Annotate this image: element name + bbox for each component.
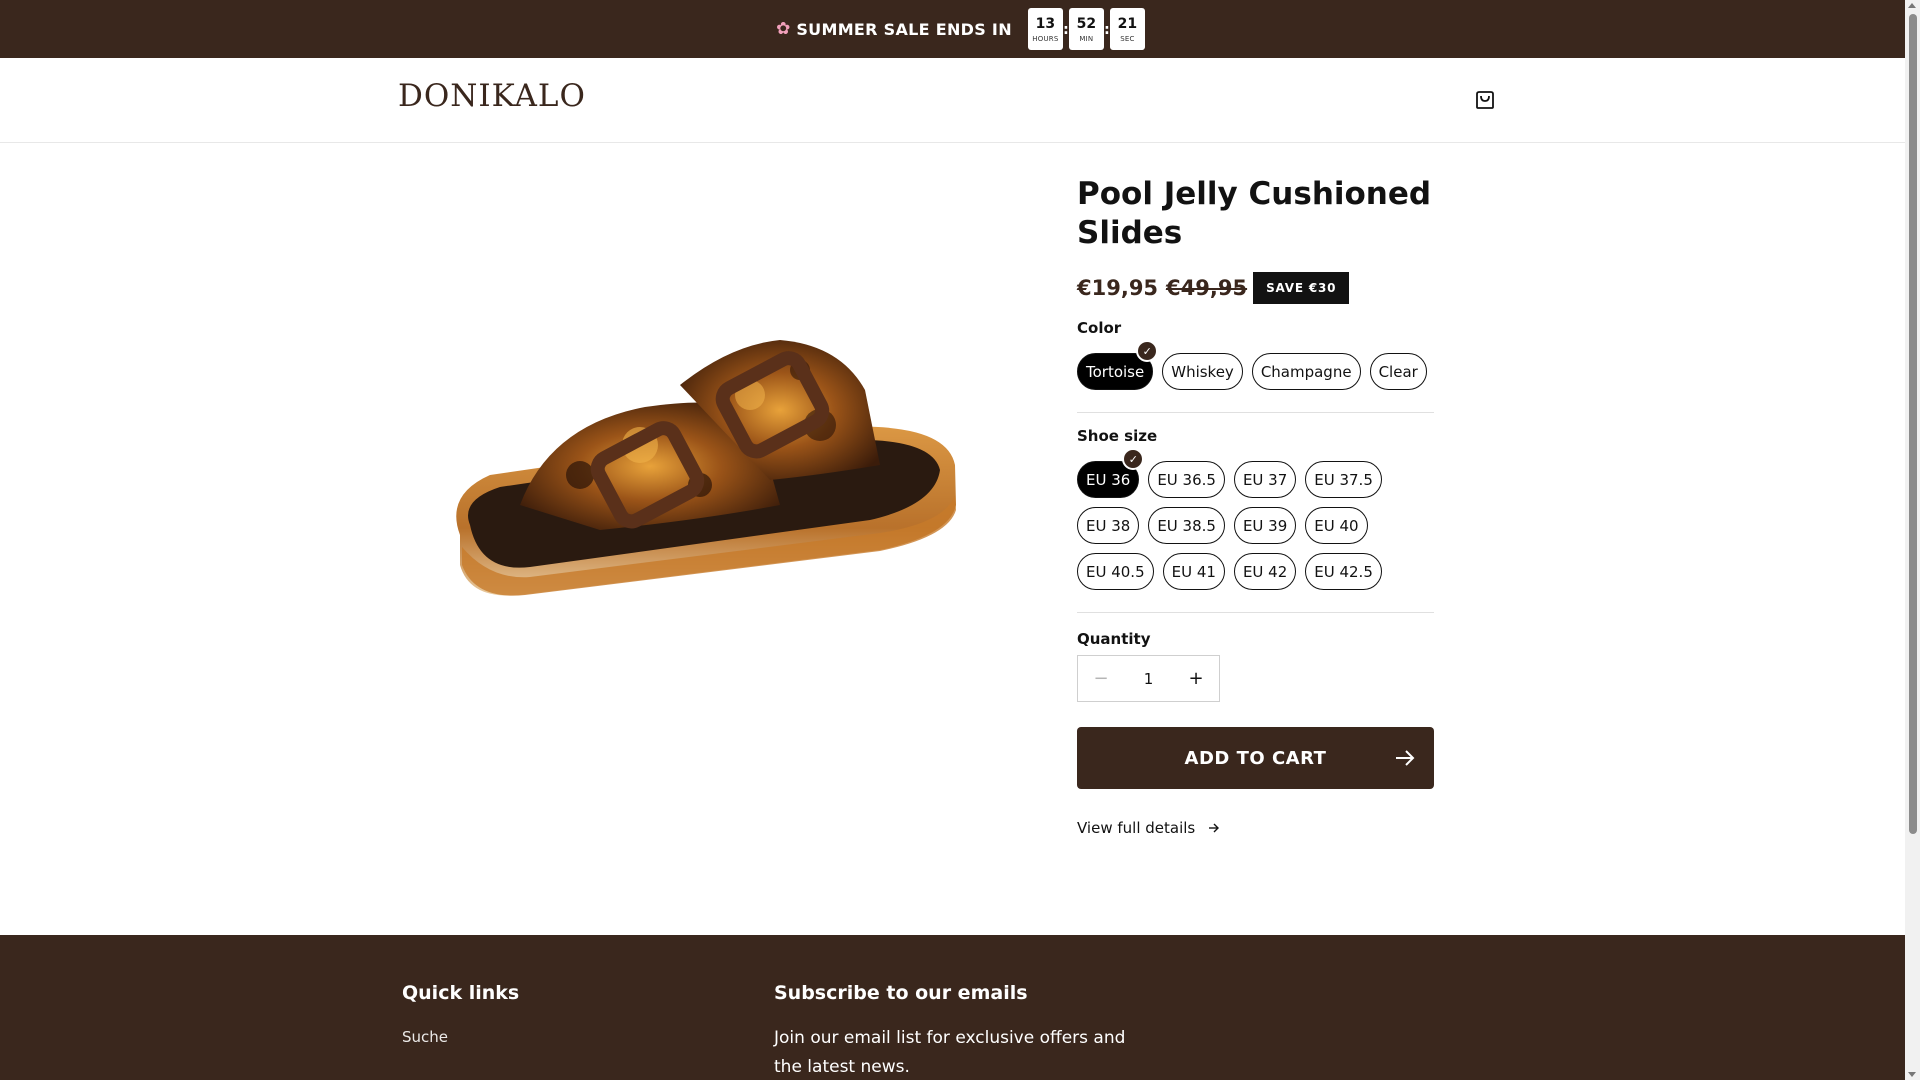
timer-minutes-label: MIN [1079,34,1094,43]
quantity-increase-button[interactable]: + [1173,656,1219,701]
size-option-eu-38[interactable]: EU 38 [1077,507,1140,544]
size-option-label: EU 38 [1086,516,1131,535]
size-option-eu-37[interactable]: EU 37 [1233,461,1297,498]
scroll-up-icon[interactable] [1908,3,1916,8]
size-option-eu-42-5[interactable]: EU 42.5 [1305,553,1382,590]
subscribe-text: Join our email list for exclusive offers… [774,1028,1126,1077]
size-option-label: EU 36 [1086,470,1131,489]
sale-price: €19,95 [1077,276,1159,300]
size-option-eu-39[interactable]: EU 39 [1233,507,1297,544]
timer-minutes: 52 MIN [1068,8,1104,50]
size-option-label: EU 42.5 [1314,562,1373,581]
product-title: Pool Jelly Cushioned Slides [1077,176,1432,251]
site-footer: Quick links Suche Subscribe to our email… [0,935,1905,1080]
check-icon: ✓ [1122,448,1145,470]
size-option-label: EU 39 [1242,516,1288,535]
add-to-cart-button[interactable]: ADD TO CART [1077,727,1434,789]
size-label: Shoe size [1077,427,1158,445]
announcement-content: ✿ SUMMER SALE ENDS IN 13 HOURS : 52 MIN … [776,8,1145,50]
product-info: Pool Jelly Cushioned Slides €19,95 €49,9… [1077,175,1434,837]
logo[interactable]: DONIKALO [398,78,586,114]
size-option-eu-36-5[interactable]: EU 36.5 [1148,461,1225,498]
timer-seconds: 21 SEC [1109,8,1145,50]
size-option-label: EU 38.5 [1157,516,1216,535]
color-option-label: Whiskey [1171,362,1234,381]
divider [1077,612,1434,613]
color-option-champagne[interactable]: Champagne [1251,353,1361,390]
price-row: €19,95 €49,95 SAVE €30 [1077,272,1434,304]
regular-price: €49,95 [1166,276,1248,300]
announcement-text: SUMMER SALE ENDS IN [796,19,1012,39]
color-option-label: Clear [1378,362,1418,381]
footer-subscribe: Subscribe to our emails Join our email l… [774,982,1154,1080]
divider [1077,412,1434,413]
timer-separator: : [1104,22,1110,38]
quantity-stepper: − + [1077,655,1220,702]
subscribe-heading: Subscribe to our emails [774,982,1028,1004]
arrow-right-icon [1393,746,1417,774]
size-option-eu-38-5[interactable]: EU 38.5 [1148,507,1225,544]
footer-quick-links: Quick links Suche [402,982,519,1046]
size-option-eu-36[interactable]: EU 36 ✓ [1077,448,1145,498]
quick-links-heading: Quick links [402,982,520,1004]
color-option-whiskey[interactable]: Whiskey [1162,353,1243,390]
color-option-label: Tortoise [1086,362,1145,381]
timer-hours: 13 HOURS [1027,8,1063,50]
color-option-clear[interactable]: Clear [1369,353,1427,390]
view-full-details-label: View full details [1077,819,1196,837]
timer-hours-label: HOURS [1032,34,1059,43]
timer-seconds-value: 21 [1117,15,1138,32]
announcement-bar: ✿ SUMMER SALE ENDS IN 13 HOURS : 52 MIN … [0,0,1905,58]
timer-separator: : [1063,22,1069,38]
footer-link-suche[interactable]: Suche [402,1028,519,1046]
quantity-decrease-button[interactable]: − [1078,656,1124,701]
size-option-label: EU 40.5 [1086,562,1145,581]
site-header: DONIKALO [0,58,1905,143]
arrow-right-icon [1208,819,1220,837]
timer-minutes-value: 52 [1076,15,1097,32]
color-option-tortoise[interactable]: Tortoise ✓ [1077,340,1159,390]
size-option-label: EU 36.5 [1157,470,1216,489]
scrollbar[interactable] [1905,0,1920,1080]
size-options: EU 36 ✓ EU 36.5 EU 37 EU 37.5 EU 38 EU 3… [1077,448,1434,590]
size-option-eu-37-5[interactable]: EU 37.5 [1305,461,1382,498]
size-option-eu-40-5[interactable]: EU 40.5 [1077,553,1154,590]
color-option-label: Champagne [1260,362,1352,381]
color-label: Color [1077,319,1122,337]
shopping-bag-icon[interactable] [1470,84,1500,114]
size-option-label: EU 40 [1314,516,1359,535]
save-badge: SAVE €30 [1253,272,1350,304]
size-option-label: EU 37 [1242,470,1288,489]
quantity-input[interactable] [1126,669,1171,688]
product-image[interactable] [400,175,1010,695]
timer-seconds-label: SEC [1120,34,1135,43]
flower-icon: ✿ [776,19,791,39]
quantity-label: Quantity [1077,630,1151,648]
add-to-cart-label: ADD TO CART [1184,747,1327,769]
size-option-label: EU 37.5 [1314,470,1373,489]
color-options: Tortoise ✓ Whiskey Champagne Clear [1077,340,1434,390]
size-option-eu-41[interactable]: EU 41 [1162,553,1225,590]
size-option-label: EU 41 [1171,562,1216,581]
view-full-details-link[interactable]: View full details [1077,819,1434,837]
size-option-eu-42[interactable]: EU 42 [1233,553,1297,590]
scrollbar-thumb[interactable] [1909,14,1917,834]
scroll-down-icon[interactable] [1908,1072,1916,1077]
size-option-label: EU 42 [1242,562,1288,581]
check-icon: ✓ [1136,340,1159,362]
timer-hours-value: 13 [1035,15,1056,32]
size-option-eu-40[interactable]: EU 40 [1305,507,1368,544]
